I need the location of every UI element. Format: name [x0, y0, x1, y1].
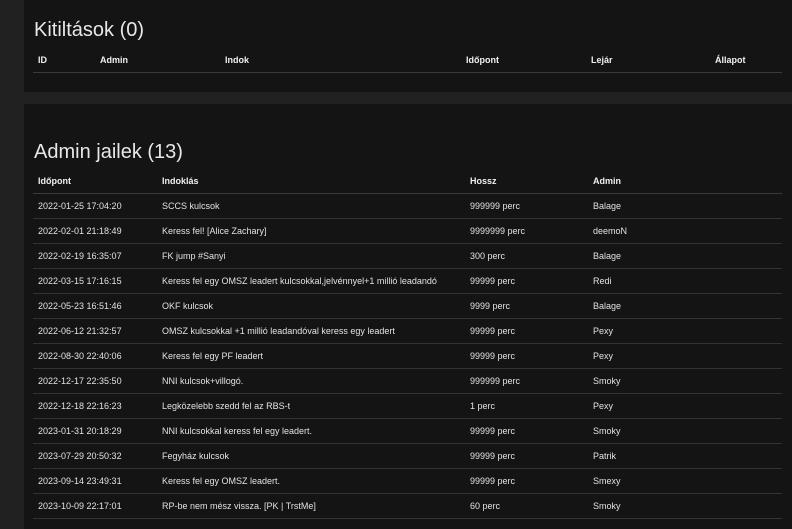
- jail-reason-cell: NNI kulcsok+villogó.: [157, 368, 465, 394]
- bans-col-time: Időpont: [461, 48, 586, 73]
- jail-duration-cell: 9999 perc: [465, 293, 588, 319]
- jail-time-cell: 2023-01-31 20:18:29: [33, 418, 157, 444]
- jail-reason-cell: NNI kulcsokkal keress fel egy leadert.: [157, 418, 465, 444]
- bans-col-reason: Indok: [220, 48, 461, 73]
- jail-reason-cell: Keress fel! [Alice Zachary]: [157, 218, 465, 244]
- bans-panel: Kitiltások (0) ID Admin Indok Időpont Le…: [24, 0, 792, 92]
- jail-reason-cell: OKF kulcsok: [157, 293, 465, 319]
- jail-time-cell: 2022-08-30 22:40:06: [33, 343, 157, 369]
- table-row: 2022-05-23 16:51:46 OKF kulcsok 9999 perc B…: [33, 293, 782, 319]
- jail-time-cell: 2022-02-01 21:18:49: [33, 218, 157, 244]
- jail-duration-cell: 99999 perc: [465, 318, 588, 344]
- jail-duration-cell: 1 perc: [465, 393, 588, 419]
- jail-time-cell: 2023-09-14 23:49:31: [33, 468, 157, 494]
- jail-time-cell: 2022-05-23 16:51:46: [33, 293, 157, 319]
- jail-duration-cell: 99999 perc: [465, 443, 588, 469]
- jail-reason-cell: Legközelebb szedd fel az RBS-t: [157, 393, 465, 419]
- jail-time-cell: 2023-10-09 22:17:01: [33, 493, 157, 519]
- bans-header-row: ID Admin Indok Időpont Lejár Állapot: [33, 48, 782, 73]
- bans-title: Kitiltások (0): [34, 19, 145, 41]
- jail-duration-cell: 60 perc: [465, 493, 588, 519]
- jail-duration-cell: 9999999 perc: [465, 218, 588, 244]
- jail-admin-cell: Balage: [588, 293, 782, 319]
- bans-col-expires: Lejár: [586, 48, 710, 73]
- jails-title: Admin jailek (13): [34, 141, 183, 163]
- jail-admin-cell: Smexy: [588, 468, 782, 494]
- jail-time-cell: 2022-03-15 17:16:15: [33, 268, 157, 294]
- bans-col-id: ID: [33, 48, 95, 73]
- bans-col-status: Állapot: [710, 48, 782, 73]
- jail-duration-cell: 300 perc: [465, 243, 588, 269]
- jail-time-cell: 2022-12-18 22:16:23: [33, 393, 157, 419]
- jail-admin-cell: Pexy: [588, 343, 782, 369]
- jail-admin-cell: Balage: [588, 243, 782, 269]
- jails-col-time: Időpont: [33, 169, 157, 194]
- table-row: 2022-08-30 22:40:06 Keress fel egy PF lea…: [33, 343, 782, 369]
- table-row: 2022-03-15 17:16:15 Keress fel egy OMSZ l…: [33, 268, 782, 294]
- jails-col-reason: Indoklás: [157, 169, 465, 194]
- table-row: 2023-07-29 20:50:32 Fegyház kulcsok 99999 …: [33, 443, 782, 469]
- jail-time-cell: 2022-06-12 21:32:57: [33, 318, 157, 344]
- table-row: 2022-12-17 22:35:50 NNI kulcsok+villogó. 9…: [33, 368, 782, 394]
- jail-duration-cell: 999999 perc: [465, 193, 588, 219]
- jail-admin-cell: Balage: [588, 193, 782, 219]
- table-row: 2022-02-19 16:35:07 FK jump #Sanyi 300 per…: [33, 243, 782, 269]
- jail-admin-cell: Pexy: [588, 393, 782, 419]
- table-row: 2022-06-12 21:32:57 OMSZ kulcsokkal +1 mi…: [33, 318, 782, 344]
- jail-duration-cell: 99999 perc: [465, 418, 588, 444]
- jails-header-row: Időpont Indoklás Hossz Admin: [33, 169, 782, 194]
- jail-reason-cell: SCCS kulcsok: [157, 193, 465, 219]
- jail-duration-cell: 99999 perc: [465, 343, 588, 369]
- jail-admin-cell: Smoky: [588, 418, 782, 444]
- jail-admin-cell: Pexy: [588, 318, 782, 344]
- table-row: 2022-02-01 21:18:49 Keress fel! [Alice Za…: [33, 218, 782, 244]
- jail-reason-cell: FK jump #Sanyi: [157, 243, 465, 269]
- jail-time-cell: 2022-12-17 22:35:50: [33, 368, 157, 394]
- table-row: 2022-01-25 17:04:20 SCCS kulcsok 999999 pe…: [33, 193, 782, 219]
- table-row: 2022-12-18 22:16:23 Legközelebb szedd fel…: [33, 393, 782, 419]
- jail-admin-cell: deemoN: [588, 218, 782, 244]
- jails-col-admin: Admin: [588, 169, 782, 194]
- jail-reason-cell: OMSZ kulcsokkal +1 millió leadandóval ke…: [157, 318, 465, 344]
- jails-table: Időpont Indoklás Hossz Admin 2022-01-25 …: [33, 169, 782, 519]
- jail-reason-cell: Keress fel egy OMSZ leadert kulcsokkal,j…: [157, 268, 465, 294]
- jail-duration-cell: 999999 perc: [465, 368, 588, 394]
- jail-time-cell: 2023-07-29 20:50:32: [33, 443, 157, 469]
- jail-time-cell: 2022-01-25 17:04:20: [33, 193, 157, 219]
- jail-reason-cell: Keress fel egy OMSZ leadert.: [157, 468, 465, 494]
- jail-duration-cell: 99999 perc: [465, 468, 588, 494]
- jail-time-cell: 2022-02-19 16:35:07: [33, 243, 157, 269]
- jail-duration-cell: 99999 perc: [465, 268, 588, 294]
- table-row: 2023-10-09 22:17:01 RP-be nem mész vissza…: [33, 493, 782, 519]
- table-row: 2023-09-14 23:49:31 Keress fel egy OMSZ l…: [33, 468, 782, 494]
- bans-col-admin: Admin: [95, 48, 220, 73]
- jails-col-duration: Hossz: [465, 169, 588, 194]
- jail-reason-cell: RP-be nem mész vissza. [PK | TrstMe]: [157, 493, 465, 519]
- jail-reason-cell: Keress fel egy PF leadert: [157, 343, 465, 369]
- jail-admin-cell: Patrik: [588, 443, 782, 469]
- jail-admin-cell: Smoky: [588, 493, 782, 519]
- jail-admin-cell: Smoky: [588, 368, 782, 394]
- jails-panel: Admin jailek (13) Időpont Indoklás Hossz…: [24, 104, 792, 529]
- bans-table: ID Admin Indok Időpont Lejár Állapot: [33, 48, 782, 73]
- table-row: 2023-01-31 20:18:29 NNI kulcsokkal keress…: [33, 418, 782, 444]
- jail-reason-cell: Fegyház kulcsok: [157, 443, 465, 469]
- jail-admin-cell: Redi: [588, 268, 782, 294]
